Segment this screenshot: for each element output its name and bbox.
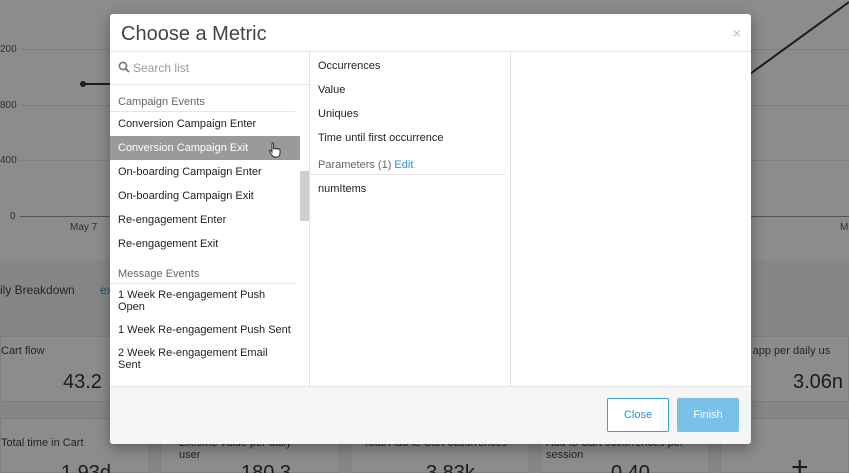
dialog-title: Choose a Metric (121, 23, 267, 45)
metric-options: Occurrences Value Uniques Time until fir… (310, 54, 510, 150)
metric-detail-panel (511, 52, 751, 386)
dialog-footer: Close Finish (110, 386, 751, 444)
close-button[interactable]: Close (607, 398, 669, 432)
dialog-body: Campaign Events Conversion Campaign Ente… (110, 52, 751, 386)
option-value[interactable]: Value (310, 78, 510, 102)
parameters-header: Parameters (1) Edit (310, 159, 505, 175)
option-uniques[interactable]: Uniques (310, 102, 510, 126)
option-occurrences[interactable]: Occurrences (310, 54, 510, 78)
parameters-label: Parameters (1) (318, 159, 392, 171)
search-bar (110, 52, 309, 85)
search-input[interactable] (133, 58, 303, 78)
group-header-message-events: Message Events (110, 256, 295, 284)
event-list-column: Campaign Events Conversion Campaign Ente… (110, 52, 310, 386)
list-item[interactable]: Conversion Campaign Enter (110, 112, 300, 136)
list-item[interactable]: 1 Week Re-engagement Push Open (110, 284, 300, 319)
search-icon (118, 61, 130, 73)
event-list: Campaign Events Conversion Campaign Ente… (110, 85, 300, 377)
list-item[interactable]: On-boarding Campaign Enter (110, 160, 300, 184)
list-item[interactable]: Re-engagement Exit (110, 232, 300, 256)
list-item[interactable]: On-boarding Campaign Exit (110, 184, 300, 208)
list-item[interactable]: 2 Week Re-engagement Email Sent (110, 342, 300, 377)
close-icon[interactable]: × (733, 25, 741, 41)
dialog-header: Choose a Metric × (110, 14, 751, 52)
option-time-until-first-occurrence[interactable]: Time until first occurrence (310, 126, 510, 150)
list-item[interactable]: Re-engagement Enter (110, 208, 300, 232)
parameter-item[interactable]: numItems (310, 177, 510, 201)
group-header-campaign-events: Campaign Events (110, 85, 295, 112)
list-item-selected[interactable]: Conversion Campaign Exit (110, 136, 300, 160)
list-item[interactable]: 1 Week Re-engagement Push Sent (110, 319, 300, 342)
scrollbar-thumb[interactable] (300, 171, 309, 221)
choose-metric-dialog: Choose a Metric × Campaign Events Conver… (110, 14, 751, 444)
list-item-label: Conversion Campaign Exit (118, 142, 249, 154)
edit-parameters-link[interactable]: Edit (394, 159, 413, 171)
hand-cursor-icon (268, 142, 281, 158)
finish-button[interactable]: Finish (677, 398, 739, 432)
metric-options-column: Occurrences Value Uniques Time until fir… (310, 52, 511, 386)
list-scrollbar[interactable] (300, 85, 309, 386)
